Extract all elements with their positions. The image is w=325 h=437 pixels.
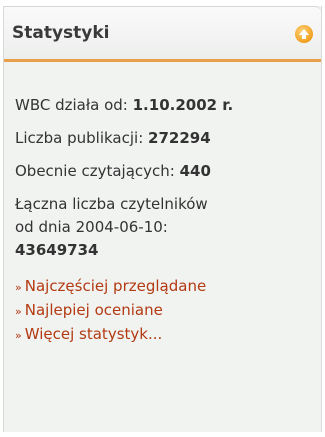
stat-total-readers-line1: Łączna liczba czytelników (15, 195, 208, 213)
stat-publications: Liczba publikacji: 272294 (15, 127, 315, 150)
panel-header: Statystyki (4, 6, 321, 62)
link-most-viewed[interactable]: » Najczęściej przeglądane (15, 275, 315, 299)
stat-readers-now-value: 440 (179, 162, 211, 180)
statistics-panel: Statystyki WBC działa od: 1.10.2002 r. L… (3, 6, 322, 432)
link-best-rated[interactable]: » Najlepiej oceniane (15, 299, 315, 323)
stat-readers-now-label: Obecnie czytających: (15, 162, 175, 180)
link-bullet: » (15, 305, 22, 318)
link-bullet: » (15, 281, 22, 294)
link-best-rated-label: Najlepiej oceniane (24, 301, 163, 319)
link-bullet: » (15, 329, 22, 342)
panel-title: Statystyki (12, 23, 110, 43)
link-more-stats-label: Więcej statystyk... (24, 325, 163, 343)
statistics-content: WBC działa od: 1.10.2002 r. Liczba publi… (15, 94, 315, 347)
arrow-up-icon[interactable] (295, 25, 313, 43)
stats-links: » Najczęściej przeglądane » Najlepiej ocen… (15, 275, 315, 347)
stat-total-readers-value: 43649734 (15, 241, 99, 259)
stat-since-value: 1.10.2002 r. (132, 96, 234, 114)
stat-since-label: WBC działa od: (15, 96, 128, 114)
stat-readers-now: Obecnie czytających: 440 (15, 160, 315, 183)
stat-total-readers-line2: od dnia 2004-06-10: (15, 218, 168, 236)
stat-since: WBC działa od: 1.10.2002 r. (15, 94, 315, 117)
stat-publications-label: Liczba publikacji: (15, 129, 144, 147)
link-most-viewed-label: Najczęściej przeglądane (24, 277, 207, 295)
stat-publications-value: 272294 (148, 129, 211, 147)
link-more-stats[interactable]: » Więcej statystyk... (15, 323, 315, 347)
